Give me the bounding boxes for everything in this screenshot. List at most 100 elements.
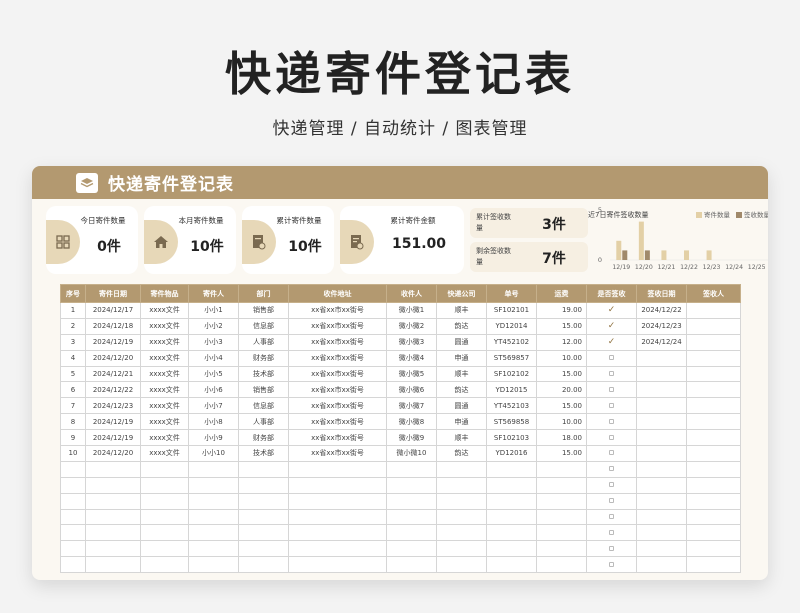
table-cell[interactable] [636, 524, 687, 542]
table-cell[interactable] [486, 492, 537, 510]
table-cell[interactable] [686, 429, 741, 447]
table-cell[interactable]: 15.00 [536, 317, 587, 335]
table-cell[interactable]: 顺丰 [436, 302, 487, 319]
table-cell[interactable] [85, 524, 141, 542]
table-cell[interactable] [140, 556, 189, 574]
checkbox-icon[interactable] [609, 466, 614, 472]
table-cell[interactable]: 人事部 [238, 413, 289, 431]
table-cell[interactable] [436, 476, 487, 494]
table-cell[interactable] [586, 508, 637, 526]
table-cell[interactable] [586, 397, 637, 415]
table-cell[interactable]: 韵达 [436, 317, 487, 335]
table-cell[interactable] [486, 556, 537, 574]
table-cell[interactable] [636, 508, 687, 526]
table-cell[interactable] [636, 413, 687, 431]
table-cell[interactable] [238, 508, 289, 526]
table-cell[interactable]: 15.00 [536, 397, 587, 415]
table-cell[interactable] [686, 365, 741, 383]
table-cell[interactable] [686, 556, 741, 574]
table-cell[interactable] [686, 397, 741, 415]
table-cell[interactable] [60, 524, 86, 542]
checkbox-icon[interactable] [609, 561, 614, 567]
table-cell[interactable] [188, 508, 239, 526]
table-cell[interactable] [188, 540, 239, 558]
table-cell[interactable] [586, 540, 637, 558]
table-cell[interactable] [636, 460, 687, 478]
table-cell[interactable] [386, 476, 437, 494]
table-cell[interactable] [436, 556, 487, 574]
table-cell[interactable] [586, 556, 637, 574]
table-cell[interactable] [288, 508, 387, 526]
table-cell[interactable] [686, 333, 741, 351]
table-cell[interactable]: ✓ [586, 317, 637, 335]
table-cell[interactable]: xx省xx市xx街号 [288, 333, 387, 351]
table-cell[interactable]: 10.00 [536, 413, 587, 431]
table-cell[interactable] [636, 492, 687, 510]
table-cell[interactable] [636, 445, 687, 462]
table-cell[interactable]: 2024/12/22 [85, 381, 141, 399]
table-cell[interactable] [140, 524, 189, 542]
table-cell[interactable]: 韵达 [436, 445, 487, 462]
table-cell[interactable]: 2024/12/18 [85, 317, 141, 335]
table-cell[interactable] [85, 540, 141, 558]
table-cell[interactable] [586, 492, 637, 510]
table-cell[interactable] [636, 540, 687, 558]
table-cell[interactable]: SF102101 [486, 302, 537, 319]
table-cell[interactable]: 小小3 [188, 333, 239, 351]
table-cell[interactable] [238, 476, 289, 494]
table-cell[interactable]: xx省xx市xx街号 [288, 413, 387, 431]
table-cell[interactable] [386, 556, 437, 574]
table-cell[interactable]: YD12014 [486, 317, 537, 335]
table-cell[interactable] [60, 460, 86, 478]
table-cell[interactable]: ✓ [586, 333, 637, 351]
table-cell[interactable]: 小小4 [188, 349, 239, 367]
table-cell[interactable]: 申通 [436, 413, 487, 431]
table-cell[interactable] [686, 413, 741, 431]
table-cell[interactable]: 2024/12/19 [85, 429, 141, 447]
table-cell[interactable]: xxxx文件 [140, 349, 189, 367]
table-cell[interactable]: ✓ [586, 302, 637, 319]
table-cell[interactable]: ST569858 [486, 413, 537, 431]
table-cell[interactable]: 小小9 [188, 429, 239, 447]
table-cell[interactable]: xx省xx市xx街号 [288, 365, 387, 383]
table-cell[interactable] [436, 460, 487, 478]
table-cell[interactable] [686, 540, 741, 558]
table-cell[interactable] [636, 397, 687, 415]
table-cell[interactable] [60, 508, 86, 526]
checkbox-icon[interactable] [609, 402, 614, 408]
table-cell[interactable]: 顺丰 [436, 365, 487, 383]
table-cell[interactable]: 微小微8 [386, 413, 437, 431]
table-cell[interactable]: xxxx文件 [140, 365, 189, 383]
table-cell[interactable] [536, 492, 587, 510]
table-cell[interactable]: 2 [60, 317, 86, 335]
table-cell[interactable]: 微小微7 [386, 397, 437, 415]
table-cell[interactable] [60, 556, 86, 574]
table-cell[interactable] [288, 524, 387, 542]
table-cell[interactable] [238, 556, 289, 574]
table-cell[interactable]: 微小微10 [386, 445, 437, 462]
table-cell[interactable]: xx省xx市xx街号 [288, 349, 387, 367]
table-cell[interactable]: 2024/12/22 [636, 302, 687, 319]
table-cell[interactable] [636, 429, 687, 447]
table-cell[interactable]: 小小5 [188, 365, 239, 383]
table-cell[interactable] [586, 429, 637, 447]
table-cell[interactable] [636, 365, 687, 383]
table-cell[interactable]: 6 [60, 381, 86, 399]
checkbox-icon[interactable] [609, 545, 614, 551]
table-cell[interactable] [85, 492, 141, 510]
table-cell[interactable] [586, 524, 637, 542]
table-cell[interactable] [140, 492, 189, 510]
table-cell[interactable] [586, 445, 637, 462]
table-cell[interactable]: xx省xx市xx街号 [288, 381, 387, 399]
checkbox-icon[interactable] [609, 482, 614, 488]
table-cell[interactable]: 小小6 [188, 381, 239, 399]
table-cell[interactable]: 2024/12/19 [85, 333, 141, 351]
table-cell[interactable] [686, 302, 741, 319]
table-cell[interactable]: xx省xx市xx街号 [288, 317, 387, 335]
table-cell[interactable]: 顺丰 [436, 429, 487, 447]
table-cell[interactable] [85, 460, 141, 478]
table-cell[interactable] [636, 349, 687, 367]
table-cell[interactable]: 10 [60, 445, 86, 462]
table-cell[interactable] [60, 540, 86, 558]
table-cell[interactable] [60, 476, 86, 494]
